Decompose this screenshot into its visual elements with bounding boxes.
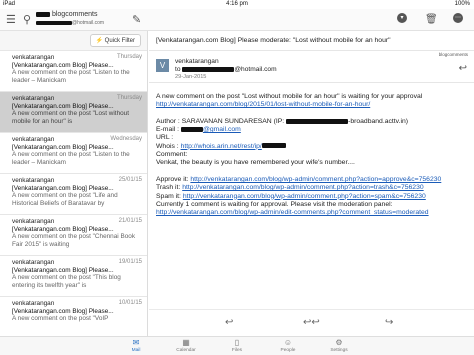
message-preview: A new comment on the post "This blog ent… — [12, 274, 121, 289]
spam-line: Spam it: http://venkatarangan.com/blog/w… — [156, 192, 426, 200]
trash-link[interactable]: http://venkatarangan.com/blog/wp-admin/c… — [182, 184, 423, 191]
reply-all-action-icon[interactable]: ↩↩ — [303, 317, 320, 328]
sender-avatar: V — [156, 59, 169, 72]
trash-line: Trash it: http://venkatarangan.com/blog/… — [156, 184, 424, 192]
tab-bar: ✉ Mail ▦ Calendar ▯ Files ☺ People ⚙ Settings — [0, 336, 474, 355]
account-switcher[interactable]: blogcomments @hotmail.com — [36, 11, 104, 27]
message-subject: [Venkatarangan.com Blog] Please... — [12, 266, 114, 274]
post-link[interactable]: http://venkatarangan.com/blog/2015/01/lo… — [156, 101, 370, 108]
compose-icon[interactable]: ✎ — [132, 12, 141, 28]
reading-pane: [Venkatarangan.com Blog] Please moderate… — [149, 31, 474, 336]
email-body: A new comment on the post "Lost without … — [149, 83, 474, 217]
more-options-icon[interactable]: ⋯ — [453, 13, 463, 23]
account-name: blogcomments — [36, 11, 104, 19]
mail-icon: ✉ — [132, 338, 140, 347]
files-icon: ▯ — [234, 338, 240, 347]
settings-icon: ⚙ — [335, 338, 343, 347]
message-preview: A new comment on the post "VoIP — [12, 315, 109, 323]
comment-label: Comment: — [156, 151, 188, 159]
message-preview: A new comment on the post "Listen to the… — [12, 69, 130, 84]
top-bar: ☰ ⚲ blogcomments @hotmail.com ✎ ▾ 🗑 ⋯ — [0, 9, 474, 31]
email-date: 29-Jan-2015 — [175, 74, 207, 80]
hamburger-menu-icon[interactable]: ☰ — [6, 12, 16, 28]
message-list: venkatarangan Thursday [Venkatarangan.com … — [0, 51, 147, 336]
tab-calendar[interactable]: ▦ Calendar — [166, 338, 206, 353]
message-list-header: ⚡ Quick Filter — [0, 31, 147, 51]
whois-link[interactable]: http://whois.arin.net/rest/ip/ — [181, 143, 262, 150]
message-date: Thursday — [116, 95, 142, 101]
tab-mail[interactable]: ✉ Mail — [116, 338, 156, 353]
list-item[interactable]: venkatarangan Wednesday [Venkatarangan.com… — [0, 133, 147, 174]
comment-text: Venkat, the beauty is you have remembere… — [156, 159, 355, 167]
search-icon[interactable]: ⚲ — [23, 12, 31, 28]
spam-link[interactable]: http://venkatarangan.com/blog/wp-admin/c… — [183, 193, 426, 200]
tab-people[interactable]: ☺ People — [268, 338, 308, 353]
tab-settings[interactable]: ⚙ Settings — [319, 338, 359, 353]
message-list-pane: ⚡ Quick Filter venkatarangan Thursday [Ven… — [0, 31, 148, 336]
list-item[interactable]: venkatarangan 21/01/15 [Venkatarangan.com … — [0, 215, 147, 256]
message-subject: [Venkatarangan.com Blog] Please... — [12, 143, 114, 151]
list-item[interactable]: venkatarangan Thursday [Venkatarangan.com … — [0, 51, 147, 92]
tab-files[interactable]: ▯ Files — [217, 338, 257, 353]
status-bar: iPad 4:16 pm 100% — [0, 0, 474, 9]
message-subject: [Venkatarangan.com Blog] Please... — [12, 225, 114, 233]
message-preview: A new comment on the post "Lost without … — [12, 110, 130, 125]
battery-indicator: 100% — [454, 1, 470, 7]
message-date: 19/01/15 — [118, 259, 142, 265]
delete-icon[interactable]: 🗑 — [425, 12, 438, 28]
whois-line: Whois : http://whois.arin.net/rest/ip/ — [156, 143, 474, 151]
approve-link[interactable]: http://venkatarangan.com/blog/wp-admin/c… — [190, 176, 441, 183]
sender-name[interactable]: venkatarangan — [175, 58, 219, 66]
body-intro: A new comment on the post "Lost without … — [156, 93, 423, 100]
approve-line: Approve it: http://venkatarangan.com/blo… — [156, 175, 442, 183]
list-item[interactable]: venkatarangan 10/01/15 [Venkatarangan.com … — [0, 297, 147, 336]
reply-icon[interactable]: ↩ — [459, 63, 467, 74]
url-line: URL : — [156, 134, 174, 142]
list-item[interactable]: venkatarangan 25/01/15 [Venkatarangan.com … — [0, 174, 147, 215]
message-date: Thursday — [116, 54, 142, 60]
message-preview: A new comment on the post "Chennai Book … — [12, 233, 136, 248]
email-header: V venkatarangan to @hotmail.com 29-Jan-2… — [149, 51, 474, 83]
message-date: 10/01/15 — [118, 300, 142, 306]
waiting-text: Currently 1 comment is waiting for appro… — [156, 200, 393, 208]
folder-label: blogcomments — [438, 52, 468, 57]
message-preview: A new comment on the post "Life and Hist… — [12, 192, 118, 207]
message-subject: [Venkatarangan.com Blog] Please... — [12, 307, 114, 315]
move-folder-icon[interactable]: ▾ — [397, 13, 407, 23]
forward-action-icon[interactable]: ↪ — [385, 317, 393, 328]
message-date: 21/01/15 — [118, 218, 142, 224]
list-item[interactable]: venkatarangan 19/01/15 [Venkatarangan.com … — [0, 256, 147, 297]
message-subject: [Venkatarangan.com Blog] Please... — [12, 184, 114, 192]
message-date: Wednesday — [110, 136, 142, 142]
email-subject: [Venkatarangan.com Blog] Please moderate… — [149, 31, 474, 51]
account-address: @hotmail.com — [36, 19, 104, 27]
reply-action-icon[interactable]: ↩ — [225, 317, 233, 328]
email-actions-bar: ↩ ↩↩ ↪ — [149, 309, 474, 336]
author-line: Author : SARAVANAN SUNDARESAN (IP: -broa… — [156, 117, 409, 125]
message-subject: [Venkatarangan.com Blog] Please... — [12, 102, 114, 110]
calendar-icon: ▦ — [182, 338, 190, 347]
people-icon: ☺ — [283, 338, 293, 347]
message-date: 25/01/15 — [118, 177, 142, 183]
author-email-link[interactable]: @gmail.com — [203, 126, 241, 133]
list-item[interactable]: venkatarangan Thursday [Venkatarangan.com … — [0, 92, 147, 133]
message-subject: [Venkatarangan.com Blog] Please... — [12, 61, 114, 69]
message-preview: A new comment on the post "Listen to the… — [12, 151, 130, 166]
moderation-link[interactable]: http://venkatarangan.com/blog/wp-admin/e… — [156, 209, 429, 216]
clock: 4:16 pm — [226, 1, 248, 7]
email-line: E-mail : @gmail.com — [156, 126, 241, 134]
recipient-line: to @hotmail.com — [175, 66, 277, 73]
quick-filter-button[interactable]: ⚡ Quick Filter — [89, 34, 141, 47]
